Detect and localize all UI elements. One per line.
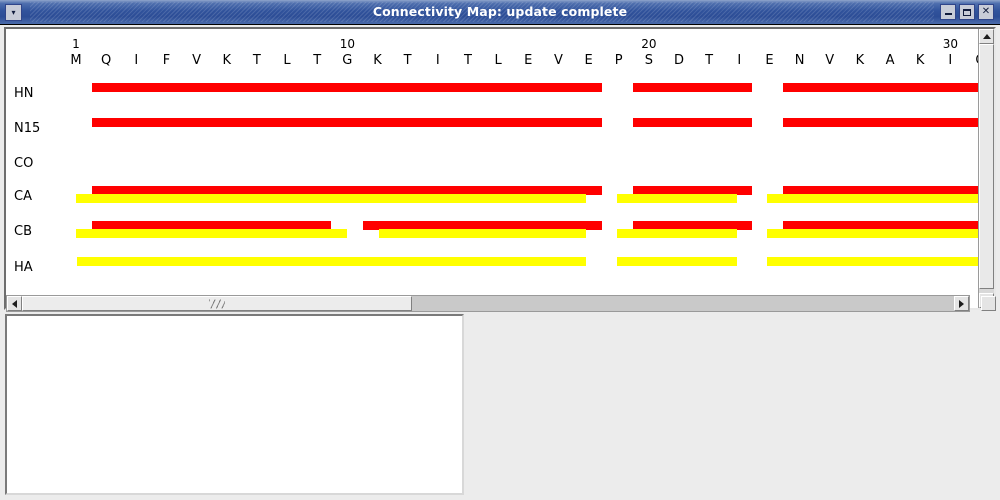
connectivity-bar-red xyxy=(783,83,980,92)
sequence-number: 30 xyxy=(938,37,962,51)
map-row-label-cb: CB xyxy=(14,224,32,239)
sequence-residue: K xyxy=(908,53,932,68)
horizontal-scroll-thumb[interactable] xyxy=(22,296,412,311)
connectivity-map-panel[interactable]: 1102030MQIFVKTLTGKTITLEVEPSDTIENVKAKIQHN… xyxy=(4,27,996,310)
sequence-residue: F xyxy=(154,53,178,68)
sequence-residue: Q xyxy=(94,53,118,68)
connectivity-map-window: ▾ Connectivity Map: update complete ✕ 1 1… xyxy=(0,0,1000,500)
connectivity-bar-yellow xyxy=(617,194,737,203)
bottom-panel: Examine CMap Image File Create/Modify Im… xyxy=(0,314,1000,500)
sequence-residue: S xyxy=(637,53,661,68)
title-bar[interactable]: ▾ Connectivity Map: update complete ✕ xyxy=(0,0,1000,25)
sequence-number: 1 xyxy=(64,37,88,51)
connectivity-bar-red xyxy=(92,83,602,92)
connectivity-bar-yellow xyxy=(767,194,980,203)
close-button[interactable]: ✕ xyxy=(978,4,994,20)
window-title: Connectivity Map: update complete xyxy=(0,4,1000,19)
connectivity-bar-red xyxy=(633,83,752,92)
connectivity-bar-yellow xyxy=(617,257,737,266)
map-row-label-co: CO xyxy=(14,156,33,171)
connectivity-bar-yellow xyxy=(76,229,347,238)
maximize-button[interactable] xyxy=(959,4,975,20)
map-row-label-n15: N15 xyxy=(14,121,40,136)
sequence-residue: T xyxy=(396,53,420,68)
sequence-residue: E xyxy=(577,53,601,68)
map-row-label-ca: CA xyxy=(14,189,32,204)
sequence-residue: K xyxy=(366,53,390,68)
sequence-residue: T xyxy=(456,53,480,68)
sequence-residue: K xyxy=(215,53,239,68)
connectivity-bar-yellow xyxy=(767,257,980,266)
sequence-residue: V xyxy=(546,53,570,68)
connectivity-bar-yellow xyxy=(617,229,737,238)
sequence-residue: N xyxy=(788,53,812,68)
sequence-residue: I xyxy=(727,53,751,68)
scroll-right-icon[interactable] xyxy=(954,296,969,311)
sequence-residue: E xyxy=(516,53,540,68)
sequence-residue: T xyxy=(305,53,329,68)
scroll-thumb-grip xyxy=(209,299,225,308)
sequence-number: 10 xyxy=(335,37,359,51)
sequence-residue: P xyxy=(607,53,631,68)
sequence-residue: L xyxy=(275,53,299,68)
message-text-area[interactable] xyxy=(5,314,464,495)
scroll-left-icon[interactable] xyxy=(7,296,22,311)
minimize-button[interactable] xyxy=(940,4,956,20)
map-row-label-ha: HA xyxy=(14,260,33,275)
connectivity-bar-red xyxy=(783,118,980,127)
connectivity-bar-red xyxy=(633,118,752,127)
map-canvas[interactable]: 1102030MQIFVKTLTGKTITLEVEPSDTIENVKAKIQHN… xyxy=(6,29,980,293)
map-horizontal-scrollbar[interactable] xyxy=(6,295,970,312)
connectivity-bar-yellow xyxy=(767,229,980,238)
sequence-number: 20 xyxy=(637,37,661,51)
scrollbar-corner xyxy=(981,296,996,311)
sequence-residue: D xyxy=(667,53,691,68)
window-menu-icon[interactable]: ▾ xyxy=(5,4,22,21)
sequence-residue: M xyxy=(64,53,88,68)
connectivity-bar-yellow xyxy=(77,257,586,266)
sequence-residue: E xyxy=(757,53,781,68)
sequence-residue: K xyxy=(848,53,872,68)
sequence-residue: I xyxy=(938,53,962,68)
sequence-residue: A xyxy=(878,53,902,68)
sequence-residue: L xyxy=(486,53,510,68)
sequence-residue: I xyxy=(124,53,148,68)
vertical-scroll-thumb[interactable] xyxy=(979,44,994,289)
sequence-residue: V xyxy=(185,53,209,68)
map-row-label-hn: HN xyxy=(14,86,34,101)
sequence-residue: I xyxy=(426,53,450,68)
map-vertical-scrollbar[interactable] xyxy=(978,29,994,308)
sequence-residue: T xyxy=(245,53,269,68)
sequence-residue: G xyxy=(335,53,359,68)
connectivity-bar-yellow xyxy=(76,194,586,203)
scroll-up-icon[interactable] xyxy=(979,29,994,44)
connectivity-bar-yellow xyxy=(379,229,586,238)
sequence-residue: V xyxy=(818,53,842,68)
sequence-residue: T xyxy=(697,53,721,68)
connectivity-bar-red xyxy=(92,118,602,127)
